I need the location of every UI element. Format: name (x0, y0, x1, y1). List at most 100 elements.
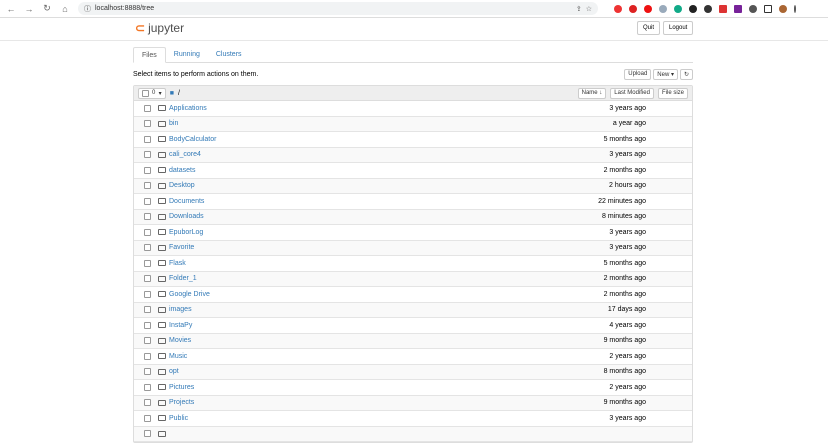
list-item[interactable]: Downloads 8 minutes ago (134, 209, 692, 225)
list-item[interactable]: Movies 9 months ago (134, 333, 692, 349)
extension-icon[interactable] (674, 4, 682, 13)
new-button[interactable]: New ▾ (653, 68, 678, 80)
list-item[interactable]: InstaPy 4 years ago (134, 318, 692, 334)
list-item[interactable]: bin a year ago (134, 116, 692, 132)
tab-files[interactable]: Files (133, 47, 166, 63)
row-checkbox[interactable] (144, 244, 151, 252)
list-item[interactable] (134, 426, 692, 442)
upload-button[interactable]: Upload (624, 68, 652, 80)
folder-link[interactable]: Google Drive (169, 291, 526, 298)
row-checkbox[interactable] (144, 430, 151, 438)
row-checkbox[interactable] (144, 259, 151, 267)
select-all-checkbox[interactable] (142, 89, 149, 97)
extension-icon[interactable] (719, 4, 727, 13)
forward-icon[interactable]: → (24, 4, 34, 14)
row-checkbox[interactable] (144, 197, 151, 205)
folder-link[interactable]: Pictures (169, 384, 526, 391)
sort-last-modified-button[interactable]: Last Modified (610, 87, 654, 99)
sort-file-size-button[interactable]: File size (657, 87, 688, 99)
row-checkbox[interactable] (144, 213, 151, 221)
folder-link[interactable]: Movies (169, 337, 526, 344)
list-item[interactable]: Documents 22 minutes ago (134, 194, 692, 210)
row-checkbox[interactable] (144, 228, 151, 236)
puzzle-icon[interactable] (749, 4, 757, 13)
folder-link[interactable]: Public (169, 415, 526, 422)
folder-link[interactable]: opt (169, 368, 526, 375)
list-item[interactable]: Desktop 2 hours ago (134, 178, 692, 194)
row-checkbox[interactable] (144, 104, 151, 112)
list-item[interactable]: EpuborLog 3 years ago (134, 225, 692, 241)
extension-icon[interactable] (689, 4, 697, 13)
folder-link[interactable]: EpuborLog (169, 229, 526, 236)
folder-link[interactable]: Downloads (169, 213, 526, 220)
row-checkbox[interactable] (144, 368, 151, 376)
extension-icon[interactable] (659, 4, 667, 13)
tab-clusters[interactable]: Clusters (208, 47, 250, 62)
select-all-dropdown[interactable]: 0 ▾ (138, 87, 166, 99)
menu-icon[interactable] (794, 4, 796, 13)
quit-button[interactable]: Quit (637, 21, 661, 35)
list-item[interactable]: opt 8 months ago (134, 364, 692, 380)
bookmark-star-icon[interactable]: ☆ (586, 5, 592, 13)
row-checkbox[interactable] (144, 290, 151, 298)
list-item[interactable]: BodyCalculator 5 months ago (134, 132, 692, 148)
folder-link[interactable]: datasets (169, 167, 526, 174)
extension-icon[interactable] (644, 4, 652, 13)
row-checkbox[interactable] (144, 337, 151, 345)
row-checkbox[interactable] (144, 383, 151, 391)
folder-link[interactable]: Applications (169, 105, 526, 112)
list-item[interactable]: Music 2 years ago (134, 349, 692, 365)
row-checkbox[interactable] (144, 135, 151, 143)
home-icon[interactable]: ⌂ (60, 4, 70, 14)
logout-button[interactable]: Logout (663, 21, 694, 35)
folder-link[interactable]: BodyCalculator (169, 136, 526, 143)
list-item[interactable]: datasets 2 months ago (134, 163, 692, 179)
list-item[interactable]: Public 3 years ago (134, 411, 692, 427)
folder-link[interactable]: Music (169, 353, 526, 360)
extension-icon[interactable] (734, 4, 742, 13)
list-item[interactable]: cali_core4 3 years ago (134, 147, 692, 163)
row-checkbox[interactable] (144, 399, 151, 407)
extension-icon[interactable] (614, 4, 622, 13)
list-item[interactable]: Folder_1 2 months ago (134, 271, 692, 287)
reload-icon[interactable]: ↻ (42, 3, 52, 14)
breadcrumb-root[interactable]: / (178, 90, 180, 97)
folder-link[interactable]: Favorite (169, 244, 526, 251)
list-item[interactable]: Pictures 2 years ago (134, 380, 692, 396)
row-checkbox[interactable] (144, 166, 151, 174)
row-checkbox[interactable] (144, 151, 151, 159)
list-item[interactable]: Projects 9 months ago (134, 395, 692, 411)
folder-link[interactable]: InstaPy (169, 322, 526, 329)
share-icon[interactable]: ⇪ (576, 5, 582, 13)
folder-link[interactable]: Projects (169, 399, 526, 406)
folder-link[interactable]: bin (169, 120, 526, 127)
list-item[interactable]: Flask 5 months ago (134, 256, 692, 272)
extension-icon[interactable] (629, 4, 637, 13)
row-checkbox[interactable] (144, 352, 151, 360)
sort-name-button[interactable]: Name ↓ (577, 87, 607, 99)
jupyter-logo[interactable]: ⊂ jupyter (135, 21, 184, 35)
back-icon[interactable]: ← (6, 4, 16, 14)
avatar[interactable] (779, 4, 787, 13)
list-item[interactable]: Google Drive 2 months ago (134, 287, 692, 303)
tab-running[interactable]: Running (166, 47, 208, 62)
extension-icon[interactable] (704, 4, 712, 13)
list-item[interactable]: Applications 3 years ago (134, 101, 692, 117)
row-checkbox[interactable] (144, 275, 151, 283)
folder-link[interactable]: Documents (169, 198, 526, 205)
folder-link[interactable]: cali_core4 (169, 151, 526, 158)
refresh-button[interactable]: ↻ (679, 68, 693, 80)
row-checkbox[interactable] (144, 120, 151, 128)
list-item[interactable]: images 17 days ago (134, 302, 692, 318)
address-bar[interactable]: ⓘ localhost:8888/tree ⇪ ☆ (78, 2, 598, 15)
folder-link[interactable]: Desktop (169, 182, 526, 189)
row-checkbox[interactable] (144, 414, 151, 422)
folder-link[interactable]: images (169, 306, 526, 313)
sidebar-icon[interactable] (764, 4, 772, 13)
list-item[interactable]: Favorite 3 years ago (134, 240, 692, 256)
row-checkbox[interactable] (144, 321, 151, 329)
row-checkbox[interactable] (144, 306, 151, 314)
row-checkbox[interactable] (144, 182, 151, 190)
folder-link[interactable]: Folder_1 (169, 275, 526, 282)
folder-link[interactable]: Flask (169, 260, 526, 267)
